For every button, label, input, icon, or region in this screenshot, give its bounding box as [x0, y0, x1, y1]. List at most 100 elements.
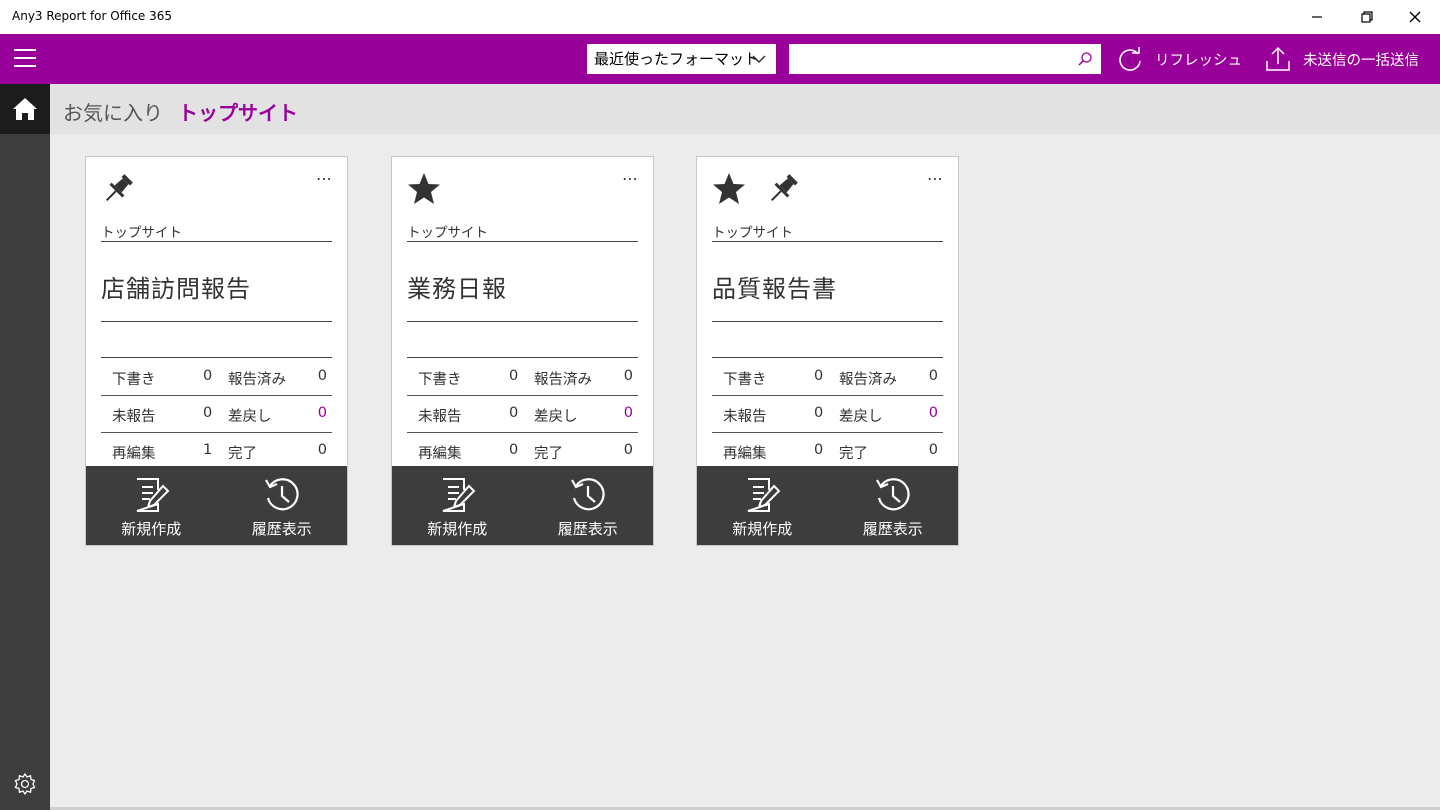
- reported-label: 報告済み: [228, 372, 286, 388]
- divider: [712, 357, 943, 358]
- format-select[interactable]: 最近使ったフォーマット: [587, 44, 776, 74]
- history-button[interactable]: 履歴表示: [523, 466, 654, 545]
- draft-label: 下書き: [418, 372, 462, 388]
- search-input[interactable]: [795, 44, 1069, 74]
- more-options-button[interactable]: ⋯: [927, 169, 944, 188]
- card-actions: 新規作成 履歴表示: [86, 466, 347, 545]
- card-site-label: トップサイト: [407, 221, 638, 242]
- unreported-label: 未報告: [723, 409, 767, 425]
- new-report-button[interactable]: 新規作成: [392, 466, 523, 545]
- sidebar: [0, 84, 50, 810]
- draft-label: 下書き: [112, 372, 156, 388]
- reedit-count: 0: [814, 442, 824, 458]
- hamburger-icon: [14, 49, 36, 51]
- restore-button[interactable]: [1344, 0, 1390, 34]
- card-actions: 新規作成 履歴表示: [697, 466, 958, 545]
- format-card[interactable]: ⋯ トップサイト 業務日報 下書き 0 報告済み 0 未報告 0 差戻し 0 再…: [391, 156, 654, 546]
- unreported-count: 0: [203, 405, 213, 421]
- edit-document-icon: [442, 478, 476, 512]
- stats-row: 未報告 0 差戻し 0: [407, 395, 638, 432]
- app-toolbar: 最近使ったフォーマット リフレッシュ 未送信の一括送信: [0, 34, 1440, 84]
- format-card[interactable]: ⋯ トップサイト 品質報告書 下書き 0 報告済み 0 未報告 0 差戻し 0 …: [696, 156, 959, 546]
- edit-document-icon: [747, 478, 781, 512]
- stats-row: 再編集 0 完了 0: [407, 432, 638, 469]
- reported-count: 0: [623, 368, 633, 384]
- returned-count[interactable]: 0: [929, 405, 938, 421]
- gear-icon: [14, 772, 36, 796]
- title-bar: Any3 Report for Office 365: [0, 0, 1440, 34]
- more-options-button[interactable]: ⋯: [316, 169, 333, 188]
- history-label: 履歴表示: [557, 520, 618, 538]
- refresh-button[interactable]: リフレッシュ: [1117, 34, 1242, 84]
- more-options-button[interactable]: ⋯: [622, 169, 639, 188]
- divider: [101, 321, 332, 322]
- new-report-button[interactable]: 新規作成: [86, 466, 217, 545]
- history-label: 履歴表示: [862, 520, 923, 538]
- done-count: 0: [623, 442, 633, 458]
- divider: [101, 357, 332, 358]
- new-report-label: 新規作成: [427, 520, 488, 538]
- restore-icon: [1361, 11, 1373, 23]
- search-icon[interactable]: [1077, 51, 1093, 71]
- reported-label: 報告済み: [839, 372, 897, 388]
- returned-count[interactable]: 0: [624, 405, 633, 421]
- stats-row: 下書き 0 報告済み 0: [712, 359, 943, 395]
- returned-label: 差戻し: [839, 409, 883, 425]
- divider: [407, 321, 638, 322]
- history-button[interactable]: 履歴表示: [217, 466, 348, 545]
- returned-count[interactable]: 0: [318, 405, 327, 421]
- stats-row: 再編集 1 完了 0: [101, 432, 332, 469]
- reported-count: 0: [928, 368, 938, 384]
- returned-label: 差戻し: [534, 409, 578, 425]
- draft-count: 0: [814, 368, 824, 384]
- format-card[interactable]: ⋯ トップサイト 店舗訪問報告 下書き 0 報告済み 0 未報告 0 差戻し 0…: [85, 156, 348, 546]
- unreported-label: 未報告: [112, 409, 156, 425]
- reedit-label: 再編集: [418, 446, 462, 462]
- new-report-button[interactable]: 新規作成: [697, 466, 828, 545]
- status-counts: 下書き 0 報告済み 0 未報告 0 差戻し 0 再編集 0 完了 0: [712, 359, 943, 469]
- tab-favorites[interactable]: お気に入り: [63, 97, 163, 126]
- settings-button[interactable]: [13, 772, 37, 800]
- draft-label: 下書き: [723, 372, 767, 388]
- close-icon: [1409, 11, 1421, 23]
- tabs-bar: お気に入り トップサイト: [50, 84, 1440, 134]
- draft-count: 0: [509, 368, 519, 384]
- star-icon: [711, 171, 747, 211]
- draft-count: 0: [203, 368, 213, 384]
- reedit-count: 0: [509, 442, 519, 458]
- minimize-button[interactable]: [1294, 0, 1340, 34]
- reedit-count: 1: [203, 442, 213, 458]
- history-icon: [264, 478, 299, 511]
- stats-row: 再編集 0 完了 0: [712, 432, 943, 469]
- send-all-button[interactable]: 未送信の一括送信: [1265, 34, 1419, 84]
- unreported-count: 0: [509, 405, 519, 421]
- history-icon: [875, 478, 910, 511]
- card-icons: [406, 171, 460, 211]
- done-label: 完了: [228, 446, 257, 462]
- new-report-label: 新規作成: [732, 520, 793, 538]
- divider: [407, 357, 638, 358]
- done-count: 0: [317, 442, 327, 458]
- reedit-label: 再編集: [112, 446, 156, 462]
- hamburger-menu-button[interactable]: [14, 49, 36, 69]
- close-button[interactable]: [1392, 0, 1438, 34]
- pin-icon: [765, 171, 801, 211]
- home-button[interactable]: [0, 84, 50, 134]
- home-icon: [13, 98, 37, 120]
- unreported-label: 未報告: [418, 409, 462, 425]
- edit-document-icon: [136, 478, 170, 512]
- stats-row: 下書き 0 報告済み 0: [101, 359, 332, 395]
- reported-label: 報告済み: [534, 372, 592, 388]
- tab-top-sites[interactable]: トップサイト: [178, 97, 298, 126]
- done-label: 完了: [839, 446, 868, 462]
- send-all-label: 未送信の一括送信: [1303, 52, 1419, 69]
- history-icon: [570, 478, 605, 511]
- window-title: Any3 Report for Office 365: [12, 9, 173, 23]
- reported-count: 0: [317, 368, 327, 384]
- card-site-label: トップサイト: [101, 221, 332, 242]
- card-format-name: 店舗訪問報告: [101, 275, 251, 303]
- history-button[interactable]: 履歴表示: [828, 466, 959, 545]
- status-counts: 下書き 0 報告済み 0 未報告 0 差戻し 0 再編集 0 完了 0: [407, 359, 638, 469]
- minimize-icon: [1312, 16, 1322, 18]
- chevron-down-icon: [752, 44, 766, 84]
